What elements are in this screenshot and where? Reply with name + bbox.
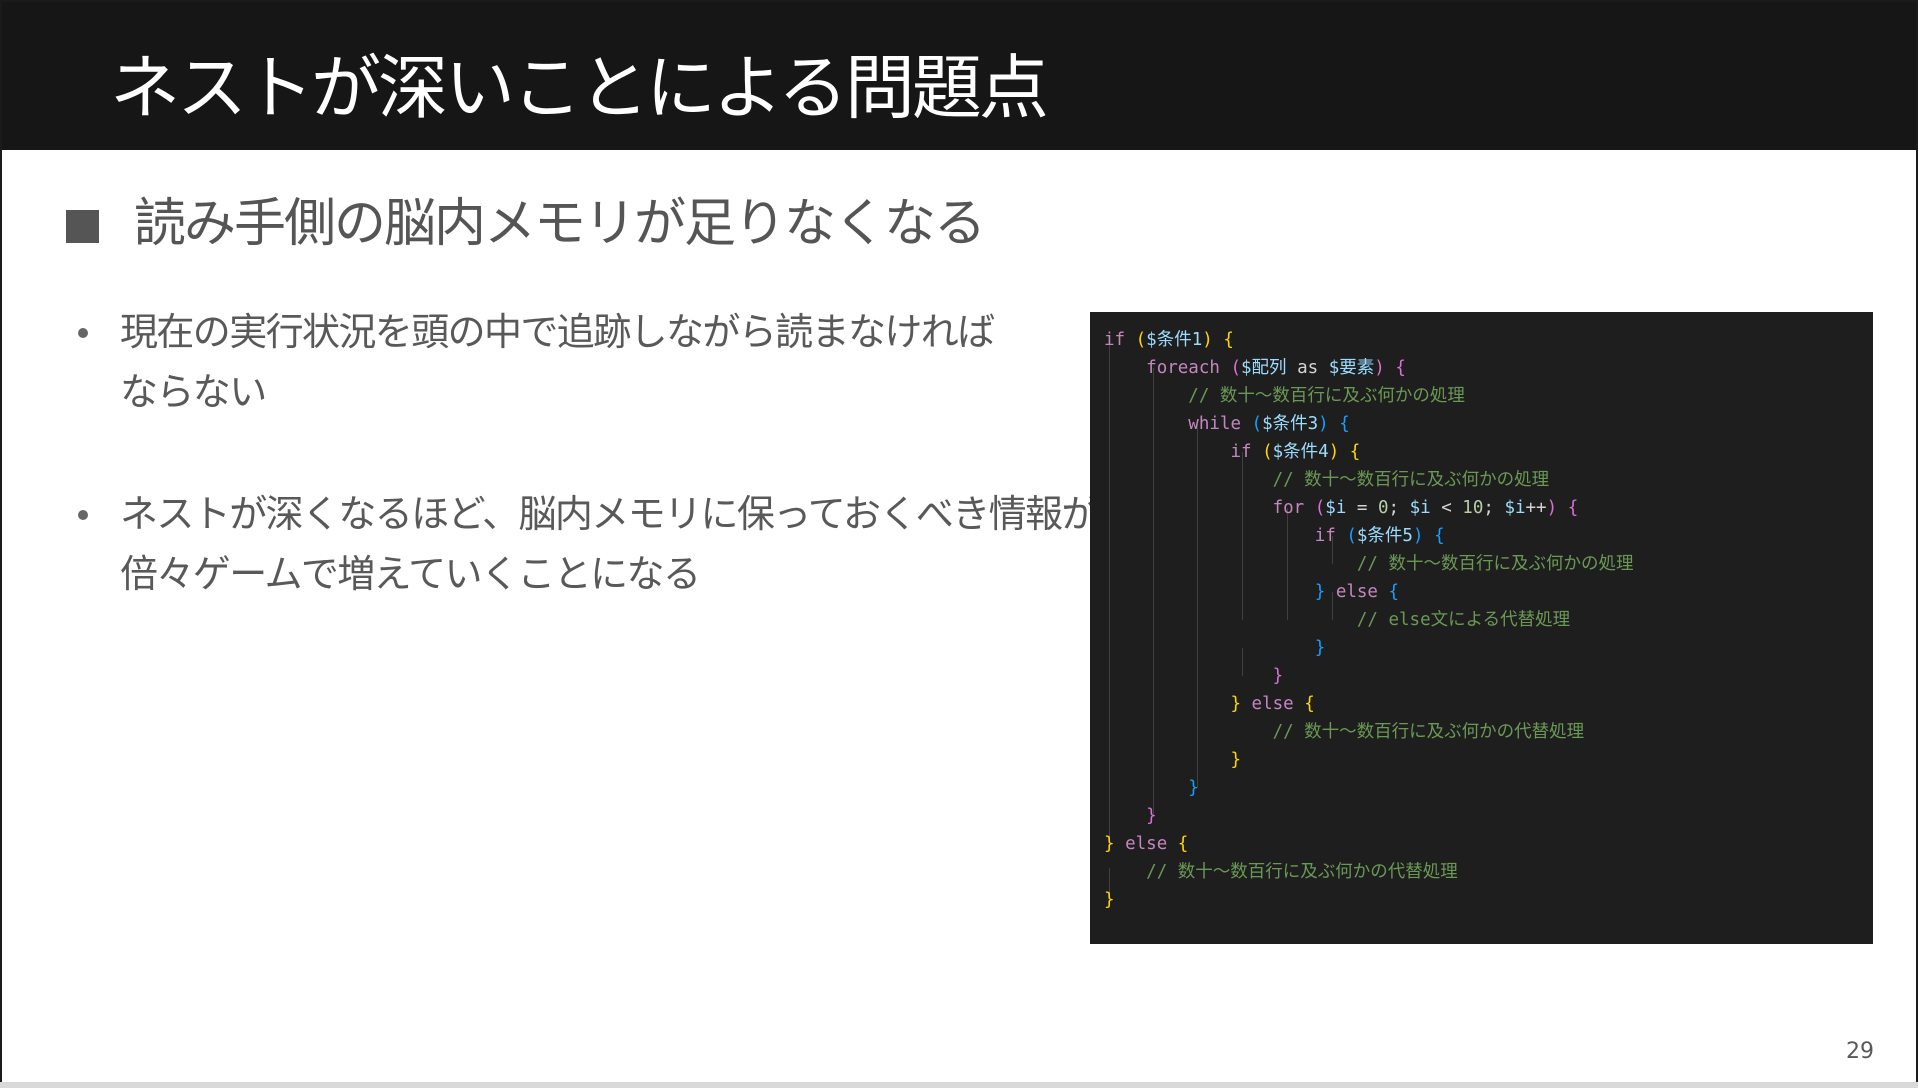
code-line: foreach ($配列 as $要素) { xyxy=(1146,358,1406,378)
code-line: while ($条件3) { xyxy=(1188,414,1350,434)
code-screenshot: if ($条件1) { foreach ($配列 as $要素) { // 数十… xyxy=(1090,312,1873,944)
bullet-line: 倍々ゲームで増えていくことになる xyxy=(120,552,701,596)
code-line: if ($条件4) { xyxy=(1230,442,1361,462)
code-line: // else文による代替処理 xyxy=(1356,610,1571,630)
bottom-strip xyxy=(0,1082,1918,1088)
code-line: for ($i = 0; $i < 10; $i++) { xyxy=(1272,498,1579,518)
code-line: // 数十～数百行に及ぶ何かの処理 xyxy=(1188,386,1465,406)
title-bar: ネストが深いことによる問題点 xyxy=(2,2,1916,150)
code-line: // 数十～数百行に及ぶ何かの処理 xyxy=(1272,470,1550,490)
code-line: // 数十～数百行に及ぶ何かの処理 xyxy=(1356,554,1634,574)
code-line: } xyxy=(1272,666,1284,686)
code-line: if ($条件5) { xyxy=(1314,526,1445,546)
slide: ネストが深いことによる問題点 読み手側の脳内メモリが足りなくなる 現在の実行状況… xyxy=(0,0,1918,1084)
slide-title: ネストが深いことによる問題点 xyxy=(110,47,1049,129)
code-line: // 数十～数百行に及ぶ何かの代替処理 xyxy=(1146,862,1458,882)
code-line: } xyxy=(1314,638,1326,658)
bullet-text: ネストが深くなるほど、脳内メモリに保っておくべき情報が 倍々ゲームで増えていくこ… xyxy=(120,484,1099,604)
bullet-text: 現在の実行状況を頭の中で追跡しながら読まなければ ならない xyxy=(120,302,1020,422)
code-line: } else { xyxy=(1230,694,1315,714)
code-line: } else { xyxy=(1314,582,1400,602)
code-line: if ($条件1) { xyxy=(1104,330,1234,350)
bullet-dot-icon xyxy=(78,328,88,338)
code-line: } else { xyxy=(1104,834,1189,854)
bullet-line: 現在の実行状況を頭の中で追跡しながら読まなければ xyxy=(120,310,995,354)
bullet-item-1: 現在の実行状況を頭の中で追跡しながら読まなければ ならない xyxy=(74,302,1024,422)
code-line: } xyxy=(1104,890,1115,910)
page-number: 29 xyxy=(1846,1039,1874,1064)
bullet-line: ネストが深くなるほど、脳内メモリに保っておくべき情報が xyxy=(120,492,1099,536)
square-bullet-icon xyxy=(66,210,99,243)
bullet-item-2: ネストが深くなるほど、脳内メモリに保っておくべき情報が 倍々ゲームで増えていくこ… xyxy=(74,484,1099,604)
bullet-dot-icon xyxy=(78,510,88,520)
code-line: } xyxy=(1188,778,1199,798)
code-line: } xyxy=(1146,806,1157,826)
code-line: } xyxy=(1230,750,1241,770)
code-line: // 数十～数百行に及ぶ何かの代替処理 xyxy=(1272,722,1585,742)
section-heading: 読み手側の脳内メモリが足りなくなる xyxy=(134,194,986,254)
bullet-line: ならない xyxy=(120,370,267,414)
